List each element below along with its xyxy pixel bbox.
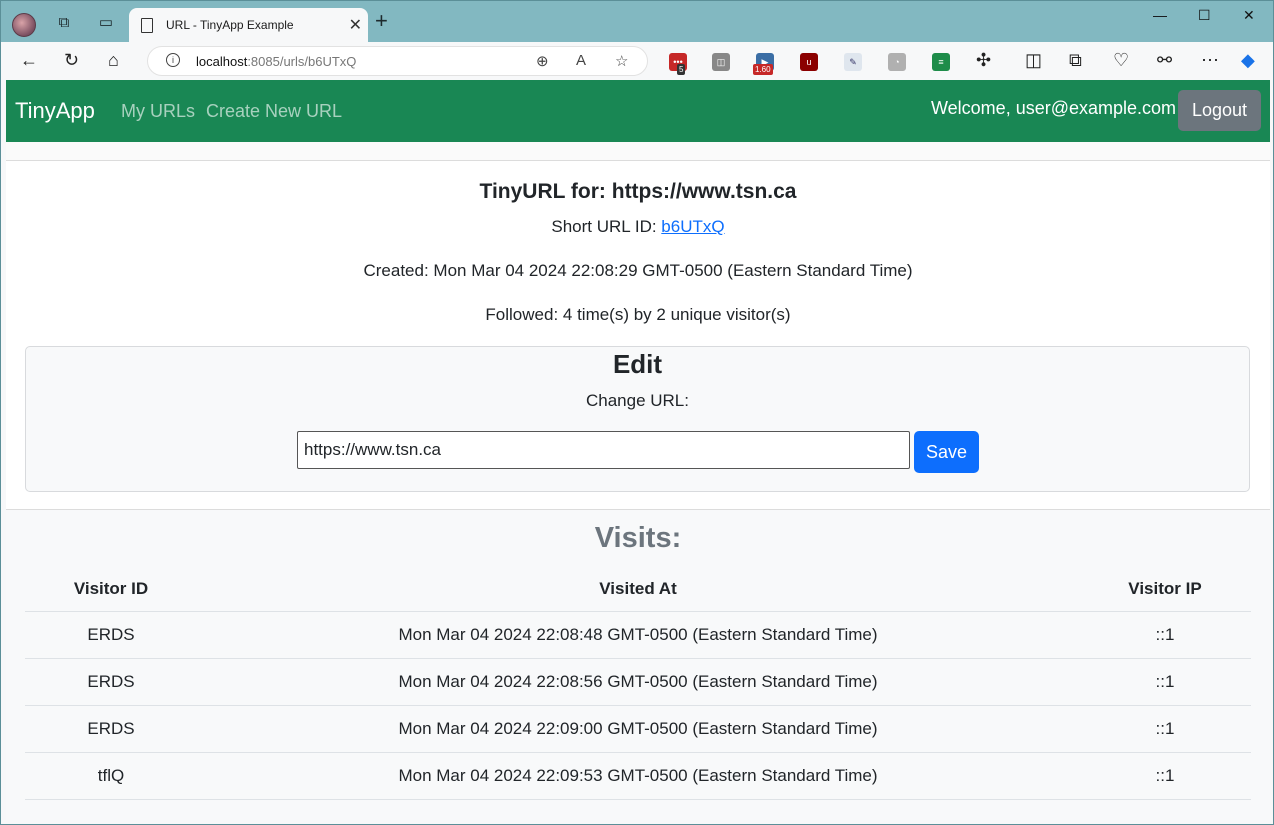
table-row: ERDS Mon Mar 04 2024 22:09:00 GMT-0500 (…: [25, 705, 1251, 753]
header-divider: [6, 142, 1270, 161]
visits-section: Visits: Visitor ID Visited At Visitor IP…: [6, 509, 1270, 820]
cell-visitor-id: ERDS: [25, 705, 197, 753]
url-text: localhost:8085/urls/b6UTxQ: [196, 54, 357, 69]
site-info-icon[interactable]: i: [166, 53, 180, 67]
extension-6-icon[interactable]: ◔: [888, 53, 906, 71]
cell-visitor-ip: ::1: [1079, 752, 1251, 800]
cell-visited-at: Mon Mar 04 2024 22:09:00 GMT-0500 (Easte…: [197, 705, 1079, 753]
cell-visited-at: Mon Mar 04 2024 22:09:53 GMT-0500 (Easte…: [197, 752, 1079, 800]
tab-active[interactable]: URL - TinyApp Example ✕: [129, 8, 368, 43]
cell-visitor-ip: ::1: [1079, 658, 1251, 706]
extension-2-icon[interactable]: ◫: [712, 53, 730, 71]
tab-actions-icon[interactable]: ▭: [94, 10, 118, 34]
extensions-icon[interactable]: ✣: [976, 50, 991, 70]
close-tab-icon[interactable]: ✕: [349, 15, 362, 35]
tab-title: URL - TinyApp Example: [166, 18, 294, 32]
created-text: Created: Mon Mar 04 2024 22:08:29 GMT-05…: [363, 261, 913, 280]
table-row: ERDS Mon Mar 04 2024 22:08:56 GMT-0500 (…: [25, 658, 1251, 706]
maximize-icon[interactable]: ☐: [1198, 7, 1211, 24]
zoom-icon[interactable]: ⊕: [536, 52, 549, 70]
nav-my-urls[interactable]: My URLs: [121, 101, 195, 122]
new-tab-icon[interactable]: +: [375, 10, 388, 32]
visits-table: Visitor ID Visited At Visitor IP ERDS Mo…: [25, 567, 1251, 800]
address-bar[interactable]: i localhost:8085/urls/b6UTxQ ⊕ A ☆: [147, 46, 648, 76]
favorite-star-icon[interactable]: ☆: [615, 52, 628, 70]
profile-avatar[interactable]: [12, 13, 36, 37]
long-url-input[interactable]: [297, 431, 910, 469]
cell-visitor-id: tflQ: [25, 752, 197, 800]
workspaces-icon[interactable]: ⧉: [52, 10, 76, 34]
edit-card: Edit Change URL: Save: [25, 346, 1250, 492]
cell-visited-at: Mon Mar 04 2024 22:08:48 GMT-0500 (Easte…: [197, 611, 1079, 659]
cell-visitor-ip: ::1: [1079, 611, 1251, 659]
cell-visitor-ip: ::1: [1079, 705, 1251, 753]
split-screen-icon[interactable]: ◫: [1025, 50, 1042, 70]
edit-title: Edit: [612, 349, 663, 379]
url-heading: TinyURL for: https://www.tsn.ca: [479, 180, 797, 203]
home-icon[interactable]: ⌂: [108, 50, 119, 70]
cell-visitor-id: ERDS: [25, 611, 197, 659]
visits-title: Visits:: [594, 522, 682, 554]
table-header-row: Visitor ID Visited At Visitor IP: [25, 567, 1251, 612]
browser-essentials-icon[interactable]: ♡: [1113, 50, 1129, 70]
nav-create-new-url[interactable]: Create New URL: [206, 101, 342, 122]
cell-visited-at: Mon Mar 04 2024 22:08:56 GMT-0500 (Easte…: [197, 658, 1079, 706]
logout-button[interactable]: Logout: [1178, 90, 1261, 131]
copilot-icon[interactable]: ◆: [1241, 50, 1255, 70]
extension-1-badge: 5: [677, 64, 686, 75]
extension-7-icon[interactable]: ≡: [932, 53, 950, 71]
app-navbar: TinyApp My URLs Create New URL Welcome, …: [6, 80, 1270, 142]
read-aloud-icon[interactable]: A: [576, 52, 586, 69]
extension-3-badge: 1.60: [753, 64, 773, 75]
welcome-text: Welcome, user@example.com: [931, 98, 1177, 118]
browser-toolbar: ← ↻ ⌂ i localhost:8085/urls/b6UTxQ ⊕ A ☆…: [1, 42, 1273, 80]
followed-text: Followed: 4 time(s) by 2 unique visitor(…: [485, 305, 791, 324]
header-visited-at: Visited At: [197, 567, 1079, 612]
copilot-tools-icon[interactable]: ⚯: [1157, 50, 1172, 70]
short-url-line: Short URL ID: b6UTxQ: [6, 217, 1270, 237]
document-icon: [141, 18, 153, 33]
brand-link[interactable]: TinyApp: [15, 98, 95, 124]
ublock-icon[interactable]: u: [800, 53, 818, 71]
web-page: TinyApp My URLs Create New URL Welcome, …: [6, 80, 1270, 820]
header-visitor-ip: Visitor IP: [1079, 567, 1251, 612]
browser-window: ⧉ ▭ URL - TinyApp Example ✕ + — ☐ ✕ ← ↻ …: [0, 0, 1274, 825]
short-url-link[interactable]: b6UTxQ: [661, 217, 724, 236]
collections-icon[interactable]: ⧉: [1069, 50, 1082, 70]
header-visitor-id: Visitor ID: [25, 567, 197, 612]
change-url-label: Change URL:: [585, 391, 689, 410]
back-icon[interactable]: ←: [20, 50, 38, 70]
minimize-icon[interactable]: —: [1153, 7, 1167, 23]
save-button[interactable]: Save: [914, 431, 979, 473]
close-window-icon[interactable]: ✕: [1243, 7, 1255, 24]
table-row: tflQ Mon Mar 04 2024 22:09:53 GMT-0500 (…: [25, 752, 1251, 800]
more-menu-icon[interactable]: ⋯: [1201, 50, 1219, 70]
pen-extension-icon[interactable]: ✎: [844, 53, 862, 71]
table-row: ERDS Mon Mar 04 2024 22:08:48 GMT-0500 (…: [25, 611, 1251, 659]
cell-visitor-id: ERDS: [25, 658, 197, 706]
short-url-label: Short URL ID:: [551, 217, 662, 236]
title-bar: ⧉ ▭ URL - TinyApp Example ✕ + — ☐ ✕: [1, 1, 1273, 43]
refresh-icon[interactable]: ↻: [64, 50, 79, 70]
